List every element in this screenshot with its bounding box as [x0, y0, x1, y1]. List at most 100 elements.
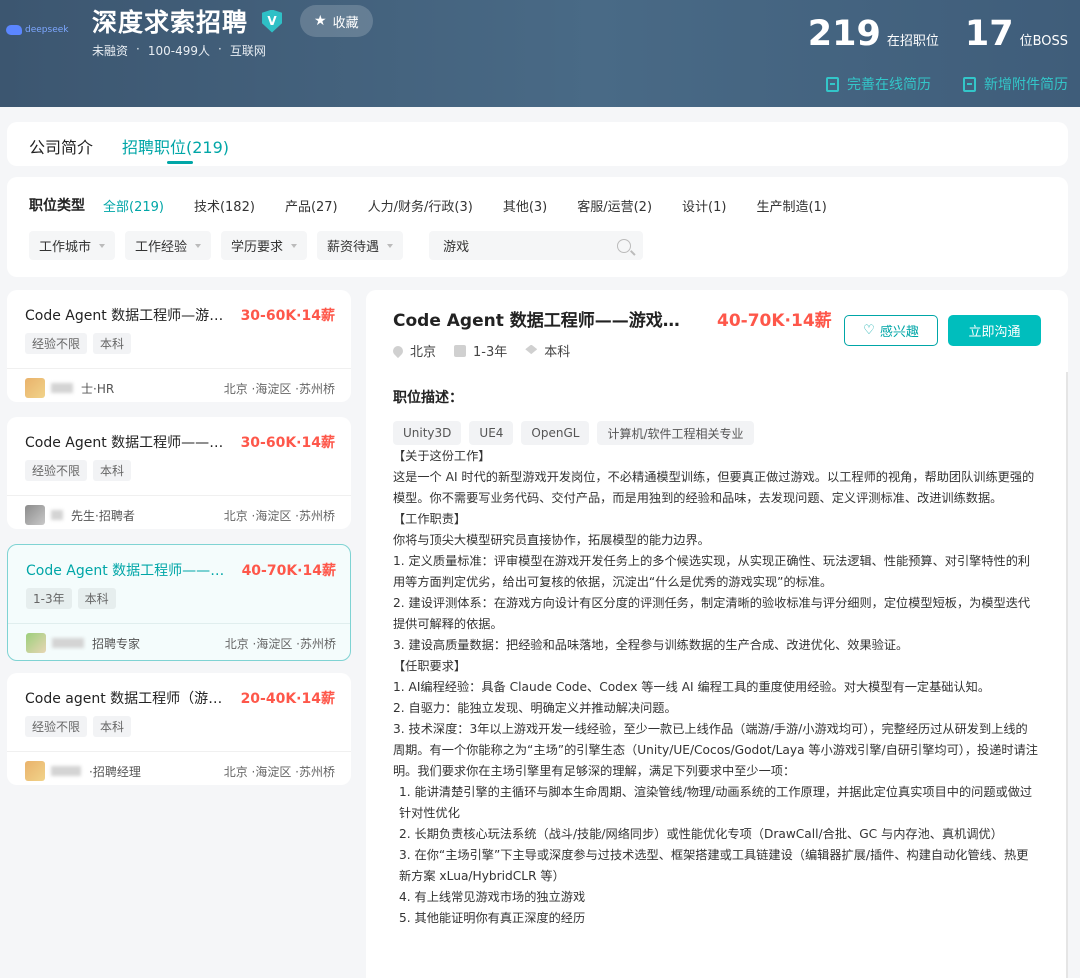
job-title: Code Agent 数据工程师——游…	[25, 435, 233, 451]
verified-badge-icon: V	[262, 9, 283, 33]
recruiter-info: 士·HR	[25, 378, 114, 398]
city-dropdown[interactable]: 工作城市	[29, 231, 116, 260]
meta-experience-text: 1-3年	[473, 345, 508, 360]
description-subitem: 4. 有上线常见游戏市场的独立游戏	[399, 890, 586, 904]
job-card-footer: 先生·招聘者 北京 ·海淀区 ·苏州桥	[25, 505, 335, 525]
meta-city-text: 北京	[410, 345, 437, 360]
meta-dot: ·	[136, 42, 140, 56]
caret-down-icon	[195, 243, 202, 248]
add-attachment-resume-link[interactable]: 新增附件简历	[963, 74, 1068, 94]
description-subitem: 3. 在你“主场引擎”下主导或深度参与过技术选型、框架搭建或工具链建设（编辑器扩…	[399, 848, 1029, 883]
meta-city: 北京	[390, 341, 437, 360]
experience-tag: 1-3年	[26, 588, 72, 609]
resume-doc-icon	[826, 76, 839, 92]
job-card-header: Code Agent 数据工程师——游… 40-70K·14薪	[26, 560, 336, 580]
job-location: 北京 ·海淀区 ·苏州桥	[224, 636, 336, 651]
job-title: Code Agent 数据工程师—游戏…	[25, 308, 233, 324]
redacted-name	[51, 510, 63, 520]
divider	[8, 623, 350, 624]
filter-type-other[interactable]: 其他(3)	[503, 196, 547, 215]
skill-tag: 计算机/软件工程相关专业	[597, 421, 754, 445]
filter-type-manufacturing[interactable]: 生产制造(1)	[756, 196, 826, 215]
company-meta: 未融资 · 100-499人 · 互联网	[92, 42, 266, 59]
description-heading: 【工作职责】	[393, 512, 467, 526]
salary-dropdown[interactable]: 薪资待遇	[317, 231, 404, 260]
description-paragraph: 2. 建设评测体系：在游戏方向设计有区分度的评测任务，制定清晰的验收标准与评分细…	[393, 596, 1031, 631]
job-location: 北京 ·海淀区 ·苏州桥	[223, 381, 335, 396]
open-jobs-count: 219	[807, 14, 881, 54]
briefcase-icon	[454, 344, 467, 357]
company-header: deepseek 深度求索招聘 V ★ 收藏 未融资 · 100-499人 · …	[0, 0, 1080, 107]
interest-button[interactable]: ♡ 感兴趣	[844, 315, 938, 346]
job-card-header: Code agent 数据工程师（游戏… 20-40K·14薪	[25, 688, 335, 708]
degree-dropdown[interactable]: 学历要求	[221, 231, 308, 260]
detail-scrollbar[interactable]	[1066, 372, 1068, 978]
job-tags: 经验不限 本科	[25, 333, 132, 354]
experience-tag: 经验不限	[25, 333, 88, 354]
favorite-label: 收藏	[332, 15, 359, 31]
divider	[7, 751, 351, 752]
degree-tag: 本科	[77, 588, 116, 609]
job-search-input[interactable]	[443, 238, 594, 253]
whale-logo-icon	[6, 25, 22, 35]
recruiter-title: ·招聘经理	[89, 764, 141, 779]
job-search-box	[429, 231, 644, 260]
filter-type-design[interactable]: 设计(1)	[682, 196, 726, 215]
recruiter-info: ·招聘经理	[25, 761, 141, 781]
caret-down-icon	[387, 243, 394, 248]
caret-down-icon	[291, 243, 298, 248]
search-icon[interactable]	[617, 238, 632, 253]
job-tags: 经验不限 本科	[25, 716, 132, 737]
job-card-selected[interactable]: Code Agent 数据工程师——游… 40-70K·14薪 1-3年 本科 …	[7, 544, 351, 661]
description-heading: 【任职要求】	[393, 659, 467, 673]
job-card-footer: 士·HR 北京 ·海淀区 ·苏州桥	[25, 378, 335, 398]
tab-company-intro[interactable]: 公司简介	[29, 134, 93, 158]
job-tags: 1-3年 本科	[26, 588, 116, 609]
open-jobs-stat: 219 在招职位	[808, 14, 939, 54]
job-filters: 职位类型 全部(219) 技术(182) 产品(27) 人力/财务/行政(3) …	[7, 177, 1068, 277]
job-type-filter: 职位类型 全部(219) 技术(182) 产品(27) 人力/财务/行政(3) …	[29, 195, 857, 215]
skill-tag: OpenGL	[521, 421, 590, 445]
job-card[interactable]: Code Agent 数据工程师——游… 30-60K·14薪 经验不限 本科 …	[7, 417, 351, 529]
degree-tag: 本科	[93, 460, 132, 481]
salary-dropdown-label: 薪资待遇	[327, 240, 380, 255]
description-paragraph: 3. 建设高质量数据：把经验和品味落地，全程参与训练数据的生产合成、改进优化、效…	[393, 638, 909, 652]
job-card[interactable]: Code Agent 数据工程师—游戏… 30-60K·14薪 经验不限 本科 …	[7, 290, 351, 402]
degree-tag: 本科	[93, 716, 132, 737]
meta-dot: ·	[217, 42, 222, 56]
complete-resume-link[interactable]: 完善在线简历	[826, 74, 931, 94]
caret-down-icon	[99, 243, 106, 248]
chat-now-button[interactable]: 立即沟通	[948, 315, 1041, 346]
favorite-button[interactable]: ★ 收藏	[300, 5, 373, 37]
meta-degree-text: 本科	[544, 345, 571, 360]
filter-type-service-ops[interactable]: 客服/运营(2)	[577, 196, 652, 215]
filter-dropdowns: 工作城市 工作经验 学历要求 薪资待遇	[29, 231, 644, 260]
company-name: 深度求索招聘	[92, 8, 249, 37]
filter-type-all[interactable]: 全部(219)	[103, 196, 164, 215]
degree-tag: 本科	[93, 333, 132, 354]
logo-text: deepseek	[25, 25, 69, 35]
skill-tags: Unity3D UE4 OpenGL 计算机/软件工程相关专业	[393, 421, 754, 445]
description-paragraph: 3. 技术深度：3年以上游戏开发一线经验，至少一款已上线作品（端游/手游/小游戏…	[393, 722, 1038, 778]
funding-stage: 未融资	[92, 44, 129, 58]
company-stats: 219 在招职位 17 位BOSS	[808, 14, 1068, 54]
tab-job-openings[interactable]: 招聘职位(219)	[122, 134, 229, 158]
divider	[7, 495, 351, 496]
description-paragraph: 1. 定义质量标准：评审模型在游戏开发任务上的多个候选实现，从实现正确性、玩法逻…	[393, 554, 1031, 589]
filter-type-product[interactable]: 产品(27)	[285, 196, 338, 215]
job-card[interactable]: Code agent 数据工程师（游戏… 20-40K·14薪 经验不限 本科 …	[7, 673, 351, 785]
company-logo: deepseek	[6, 25, 68, 35]
filter-type-tech[interactable]: 技术(182)	[194, 196, 255, 215]
description-subitem: 2. 长期负责核心玩法系统（战斗/技能/网络同步）或性能优化专项（DrawCal…	[399, 827, 1003, 841]
job-title: Code agent 数据工程师（游戏…	[25, 691, 233, 707]
resume-links: 完善在线简历 新增附件简历	[826, 74, 1068, 94]
experience-dropdown[interactable]: 工作经验	[125, 231, 212, 260]
job-description-title: 职位描述：	[393, 390, 463, 406]
company-tabs: 公司简介 招聘职位(219)	[7, 122, 1068, 166]
complete-resume-label: 完善在线简历	[847, 77, 931, 93]
filter-type-hr-finance-admin[interactable]: 人力/财务/行政(3)	[368, 196, 473, 215]
recruiter-avatar	[25, 505, 45, 525]
recruiter-avatar	[26, 633, 46, 653]
detail-meta: 北京 1-3年 本科	[390, 341, 571, 360]
job-tags: 经验不限 本科	[25, 460, 132, 481]
